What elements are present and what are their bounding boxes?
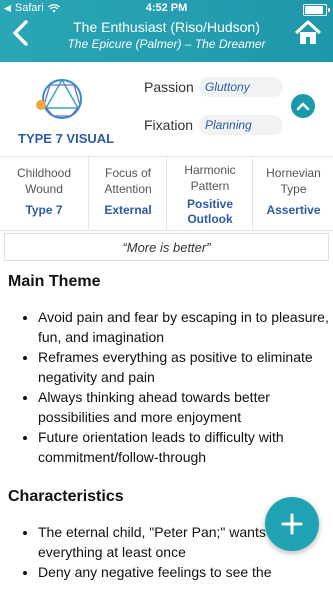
main-theme-list: Avoid pain and fear by escaping in to pl…	[20, 307, 333, 467]
back-button[interactable]	[6, 18, 34, 48]
main-theme-heading: Main Theme	[8, 273, 101, 290]
fixation-value: Planning	[199, 115, 283, 135]
type-visual-section: TYPE 7 VISUAL Passion Gluttony Fixation …	[0, 62, 333, 156]
page-subtitle: The Epicure (Palmer) – The Dreamer	[67, 37, 266, 51]
fixation-label: Fixation	[144, 117, 194, 133]
plus-icon	[281, 513, 303, 535]
attribute-value[interactable]: Assertive	[253, 203, 333, 218]
attribute-header: Childhood Wound	[16, 166, 72, 196]
list-item: Always thinking ahead towards better pos…	[38, 387, 333, 427]
attribute-value[interactable]: Type 7	[0, 203, 88, 218]
header-titles: The Enthusiast (Riso/Hudson) The Epicure…	[40, 18, 293, 52]
home-icon	[294, 20, 322, 44]
battery-icon	[303, 4, 330, 16]
enneagram-logo-icon	[36, 78, 82, 119]
attribute-value[interactable]: Positive Outlook	[167, 197, 253, 227]
type-quote: “More is better”	[4, 233, 329, 261]
attribute-header: Focus of Attention	[104, 166, 152, 196]
attribute-header: Hornevian Type	[266, 166, 321, 196]
attribute-hornevian-type: Hornevian Type Assertive	[252, 157, 333, 230]
list-item: Reframes everything as positive to elimi…	[38, 347, 333, 387]
attribute-childhood-wound: Childhood Wound Type 7	[0, 157, 88, 230]
home-button[interactable]	[293, 18, 323, 48]
add-button[interactable]	[265, 497, 319, 551]
attribute-value[interactable]: External	[89, 203, 167, 218]
list-item: Future orientation leads to difficulty w…	[38, 427, 333, 467]
attributes-grid: Childhood Wound Type 7 Focus of Attentio…	[0, 156, 333, 231]
attribute-focus-of-attention: Focus of Attention External	[88, 157, 167, 230]
page-title: The Enthusiast (Riso/Hudson)	[73, 19, 260, 35]
attribute-header: Harmonic Pattern	[184, 163, 236, 193]
passion-label: Passion	[144, 79, 194, 95]
app-header: ◀ Safari 4:52 PM The Enthusiast (Riso/Hu…	[0, 0, 333, 62]
attribute-harmonic-pattern: Harmonic Pattern Positive Outlook	[166, 157, 253, 230]
passion-value: Gluttony	[199, 77, 283, 97]
collapse-button[interactable]	[291, 94, 315, 118]
list-item: Deny any negative feelings to see the	[38, 562, 333, 582]
status-time: 4:52 PM	[145, 2, 188, 14]
list-item: Avoid pain and fear by escaping in to pl…	[38, 307, 333, 347]
characteristics-heading: Characteristics	[8, 488, 124, 505]
chevron-left-icon	[13, 20, 28, 46]
chevron-up-icon	[296, 102, 310, 111]
status-bar: ◀ Safari 4:52 PM	[0, 0, 333, 16]
type-visual-label: TYPE 7 VISUAL	[18, 131, 115, 146]
